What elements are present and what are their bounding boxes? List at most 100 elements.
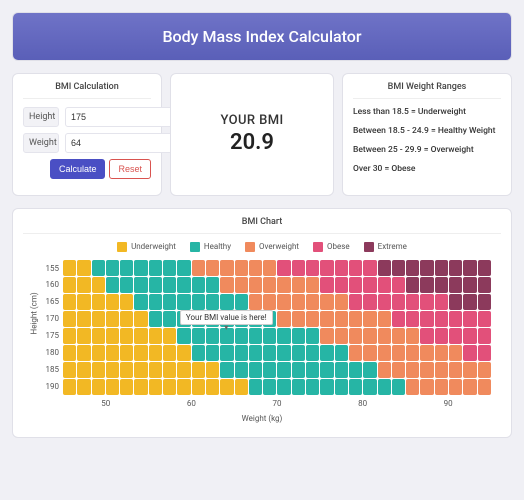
heatmap-cell[interactable] [120,311,133,327]
reset-button[interactable]: Reset [109,159,151,179]
heatmap-cell[interactable] [277,260,290,276]
heatmap-cell[interactable] [192,277,205,293]
calculate-button[interactable]: Calculate [50,159,106,179]
heatmap-cell[interactable] [120,328,133,344]
heatmap-cell[interactable] [420,362,433,378]
heatmap-cell[interactable] [163,277,176,293]
heatmap-cell[interactable] [149,362,162,378]
heatmap-cell[interactable] [335,379,348,395]
heatmap-cell[interactable] [449,311,462,327]
heatmap-cell[interactable] [292,328,305,344]
heatmap-cell[interactable] [349,345,362,361]
heatmap-cell[interactable] [63,260,76,276]
heatmap-cell[interactable] [406,362,419,378]
heatmap-cell[interactable] [177,328,190,344]
heatmap-cell[interactable] [106,311,119,327]
heatmap-cell[interactable] [92,294,105,310]
heatmap-cell[interactable] [177,277,190,293]
heatmap-cell[interactable] [449,260,462,276]
heatmap-cell[interactable] [449,345,462,361]
heatmap-cell[interactable] [263,277,276,293]
heatmap-cell[interactable] [206,294,219,310]
heatmap-cell[interactable] [292,311,305,327]
heatmap-cell[interactable] [177,362,190,378]
heatmap-cell[interactable] [149,277,162,293]
heatmap-cell[interactable] [177,379,190,395]
heatmap-cell[interactable] [463,379,476,395]
heatmap-cell[interactable] [263,328,276,344]
heatmap-cell[interactable] [149,328,162,344]
heatmap-cell[interactable] [363,379,376,395]
heatmap-cell[interactable] [363,311,376,327]
heatmap-cell[interactable] [249,294,262,310]
heatmap-cell[interactable] [120,294,133,310]
heatmap-cell[interactable] [349,294,362,310]
heatmap-cell[interactable] [277,277,290,293]
heatmap-cell[interactable] [292,379,305,395]
heatmap-cell[interactable] [435,362,448,378]
heatmap-cell[interactable] [63,311,76,327]
heatmap-cell[interactable] [277,379,290,395]
heatmap-cell[interactable] [463,328,476,344]
heatmap-cell[interactable] [378,311,391,327]
heatmap-cell[interactable] [478,260,491,276]
heatmap-cell[interactable] [163,379,176,395]
heatmap-cell[interactable] [449,362,462,378]
heatmap-cell[interactable] [435,294,448,310]
heatmap-cell[interactable] [378,294,391,310]
heatmap-cell[interactable] [235,362,248,378]
heatmap-cell[interactable] [306,277,319,293]
heatmap-cell[interactable] [206,260,219,276]
heatmap-cell[interactable] [449,328,462,344]
heatmap-cell[interactable] [463,311,476,327]
heatmap-cell[interactable] [263,362,276,378]
heatmap-cell[interactable] [392,345,405,361]
heatmap-cell[interactable] [463,260,476,276]
heatmap-cell[interactable] [335,294,348,310]
heatmap-cell[interactable] [177,294,190,310]
heatmap-cell[interactable] [77,362,90,378]
heatmap-cell[interactable] [320,345,333,361]
heatmap-cell[interactable] [92,277,105,293]
heatmap-cell[interactable] [378,328,391,344]
heatmap-cell[interactable] [106,277,119,293]
heatmap-cell[interactable] [249,328,262,344]
heatmap-cell[interactable] [77,311,90,327]
heatmap-cell[interactable] [363,277,376,293]
heatmap-cell[interactable] [435,328,448,344]
heatmap-cell[interactable] [163,328,176,344]
heatmap-cell[interactable] [320,277,333,293]
heatmap-cell[interactable] [163,311,176,327]
heatmap-cell[interactable] [77,345,90,361]
heatmap-cell[interactable] [263,345,276,361]
heatmap-cell[interactable] [420,294,433,310]
heatmap-cell[interactable] [406,379,419,395]
heatmap-cell[interactable] [220,362,233,378]
heatmap-cell[interactable] [192,328,205,344]
heatmap-cell[interactable] [392,294,405,310]
heatmap-cell[interactable] [406,294,419,310]
heatmap-cell[interactable] [363,260,376,276]
heatmap-cell[interactable] [92,311,105,327]
heatmap-cell[interactable] [63,345,76,361]
heatmap-cell[interactable] [249,379,262,395]
heatmap-cell[interactable] [163,260,176,276]
heatmap-cell[interactable] [406,328,419,344]
heatmap-cell[interactable] [277,362,290,378]
heatmap-cell[interactable] [449,294,462,310]
heatmap-cell[interactable] [335,277,348,293]
heatmap-cell[interactable] [292,277,305,293]
heatmap-cell[interactable] [77,328,90,344]
heatmap-cell[interactable] [378,260,391,276]
heatmap-cell[interactable] [134,345,147,361]
heatmap-cell[interactable] [149,379,162,395]
heatmap-cell[interactable] [134,260,147,276]
heatmap-cell[interactable] [335,345,348,361]
heatmap-cell[interactable] [406,260,419,276]
heatmap-cell[interactable] [249,277,262,293]
heatmap-cell[interactable] [192,345,205,361]
heatmap-cell[interactable] [406,311,419,327]
heatmap-cell[interactable] [106,379,119,395]
heatmap-cell[interactable] [320,328,333,344]
heatmap-cell[interactable] [235,379,248,395]
